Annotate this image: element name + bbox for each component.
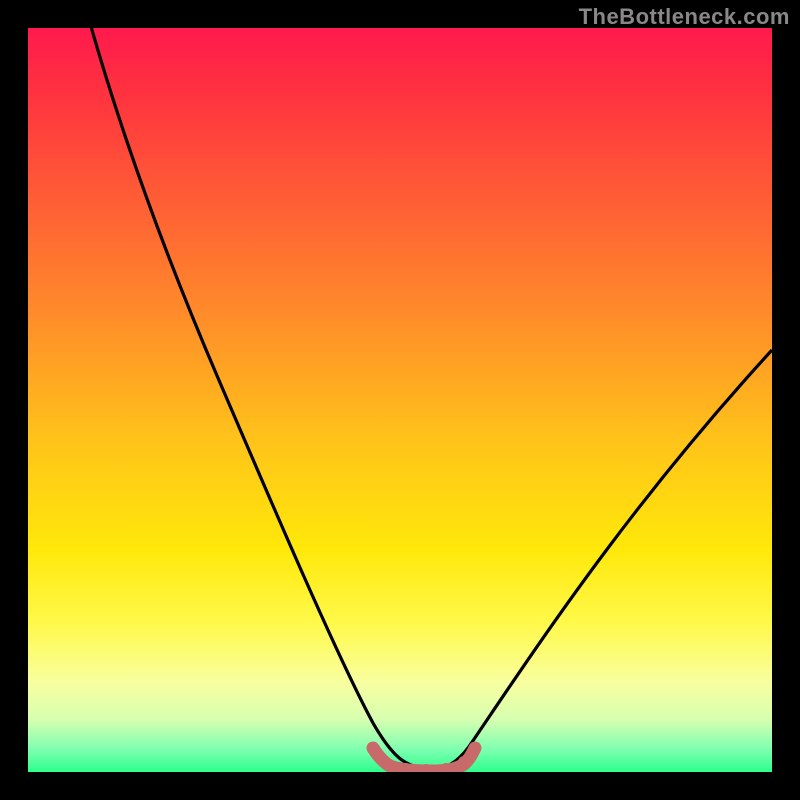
chart-frame: TheBottleneck.com: [0, 0, 800, 800]
watermark-label: TheBottleneck.com: [579, 4, 790, 30]
bottleneck-curve-path: [83, 28, 772, 769]
optimal-marker-dot: [382, 758, 394, 770]
optimal-marker-dot: [458, 756, 470, 768]
bottleneck-curve-svg: [28, 28, 772, 772]
plot-area: [28, 28, 772, 772]
